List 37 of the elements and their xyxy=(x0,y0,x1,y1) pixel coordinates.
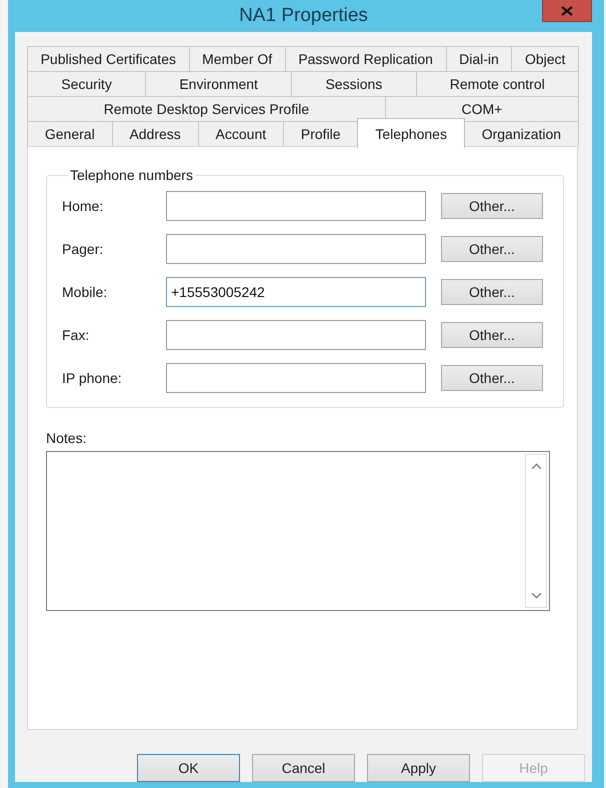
field-label: IP phone: xyxy=(62,370,123,386)
tab[interactable]: General xyxy=(27,121,113,146)
other-button[interactable]: Other... xyxy=(441,236,543,262)
field-label: Mobile: xyxy=(62,284,108,300)
dialog-button: Help xyxy=(482,754,585,782)
window-title: NA1 Properties xyxy=(239,5,368,27)
other-button[interactable]: Other... xyxy=(441,322,543,348)
notes-field[interactable] xyxy=(46,451,550,611)
scrollbar[interactable] xyxy=(525,454,547,608)
tab[interactable]: Security xyxy=(27,71,146,96)
scroll-down-icon[interactable] xyxy=(530,592,542,599)
dialog-button[interactable]: Cancel xyxy=(252,754,355,782)
tab[interactable]: Remote control xyxy=(416,71,579,96)
phone-field[interactable]: +15553005242 xyxy=(166,277,426,307)
tab[interactable]: Organization xyxy=(464,121,579,146)
field-label: Pager: xyxy=(62,241,104,257)
group-title: Telephone numbers xyxy=(69,167,194,183)
other-button[interactable]: Other... xyxy=(441,365,543,391)
dialog-button[interactable]: OK xyxy=(137,754,240,782)
tab[interactable]: Published Certificates xyxy=(27,46,190,71)
close-icon xyxy=(561,6,573,16)
phone-field[interactable] xyxy=(166,363,426,393)
close-button[interactable] xyxy=(542,0,592,22)
dialog-button[interactable]: Apply xyxy=(367,754,470,782)
field-label: Fax: xyxy=(62,327,90,343)
tab[interactable]: Telephones xyxy=(357,118,465,148)
phone-field[interactable] xyxy=(166,191,426,221)
phone-field[interactable] xyxy=(166,320,426,350)
other-button[interactable]: Other... xyxy=(441,193,543,219)
other-button[interactable]: Other... xyxy=(441,279,543,305)
scroll-up-icon[interactable] xyxy=(530,463,542,470)
tab[interactable]: Remote Desktop Services Profile xyxy=(27,96,386,121)
tab[interactable]: COM+ xyxy=(384,96,580,121)
notes-label: Notes: xyxy=(46,430,88,446)
field-label: Home: xyxy=(62,198,104,214)
phone-field[interactable] xyxy=(166,234,426,264)
tab[interactable]: Object xyxy=(511,46,579,71)
